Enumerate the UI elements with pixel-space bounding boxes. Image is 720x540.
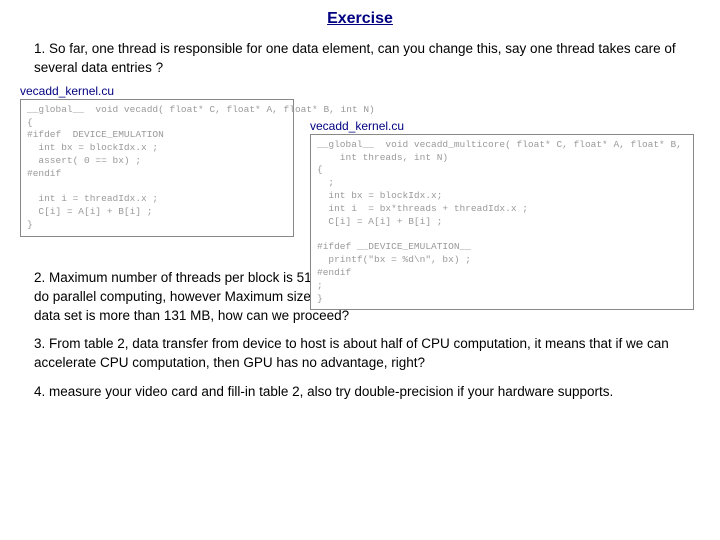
filename-1: vecadd_kernel.cu [20,84,114,98]
page-title: Exercise [20,10,700,28]
code-box-2: __global__ void vecadd_multicore( float*… [310,134,694,311]
code-area: vecadd_kernel.cu __global__ void vecadd(… [20,84,700,259]
question-3: 3. From table 2, data transfer from devi… [20,335,700,373]
filename-2: vecadd_kernel.cu [310,119,404,133]
question-4: 4. measure your video card and fill-in t… [20,383,700,402]
question-1: 1. So far, one thread is responsible for… [20,40,700,78]
code-box-1: __global__ void vecadd( float* C, float*… [20,99,294,237]
